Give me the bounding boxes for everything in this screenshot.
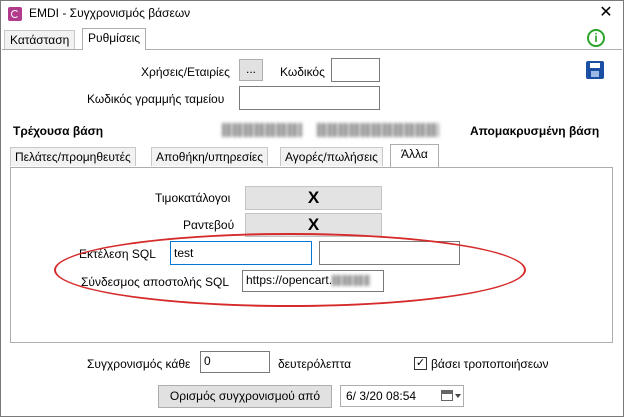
appointments-label: Ραντεβού bbox=[183, 218, 235, 232]
pricelists-toggle[interactable]: X bbox=[245, 186, 382, 210]
browse-button[interactable]: ... bbox=[239, 59, 263, 81]
send-sql-link-label: Σύνδεσμος αποστολής SQL bbox=[81, 275, 230, 289]
on-changes-checkbox[interactable]: ✓ bbox=[414, 357, 427, 370]
current-db-label: Τρέχουσα βάση bbox=[13, 124, 104, 138]
exec-sql-input[interactable]: test bbox=[170, 241, 312, 265]
users-companies-label: Χρήσεις/Εταιρίες bbox=[141, 65, 230, 79]
cash-line-code-input[interactable] bbox=[239, 86, 380, 110]
app-icon bbox=[8, 7, 22, 21]
tab-status[interactable]: Κατάσταση bbox=[4, 30, 76, 49]
subtab-customers-suppliers[interactable]: Πελάτες/προμηθευτές bbox=[10, 147, 136, 166]
sync-every-label: Συγχρονισμός κάθε bbox=[87, 357, 191, 371]
send-sql-link-text: https://opencart. bbox=[246, 273, 333, 287]
title-bar: EMDI - Συγχρονισμός βάσεων ✕ bbox=[1, 1, 623, 27]
send-sql-link-input[interactable]: https://opencart. bbox=[242, 270, 384, 292]
subtab-purchases-sales[interactable]: Αγορές/πωλήσεις bbox=[280, 147, 383, 166]
send-sql-link-redacted bbox=[332, 275, 371, 286]
info-icon[interactable]: i bbox=[587, 29, 605, 47]
tab-settings[interactable]: Ρυθμίσεις bbox=[82, 28, 147, 50]
save-icon[interactable] bbox=[586, 61, 604, 79]
main-tabs: Κατάσταση Ρυθμίσεις bbox=[2, 28, 622, 50]
sync-every-input[interactable]: 0 bbox=[200, 351, 270, 373]
set-sync-from-button[interactable]: Ορισμός συγχρονισμού από bbox=[158, 385, 332, 408]
cash-line-code-label: Κωδικός γραμμής ταμείου bbox=[87, 92, 225, 106]
calendar-icon[interactable] bbox=[441, 390, 453, 401]
window-title: EMDI - Συγχρονισμός βάσεων bbox=[29, 6, 191, 20]
remote-db-name-redacted bbox=[317, 123, 439, 137]
subtab-other[interactable]: Άλλα bbox=[390, 144, 439, 167]
appointments-toggle[interactable]: X bbox=[245, 213, 382, 237]
sync-window: EMDI - Συγχρονισμός βάσεων ✕ Κατάσταση Ρ… bbox=[0, 0, 624, 417]
pricelists-label: Τιμοκατάλογοι bbox=[155, 191, 231, 205]
code-input[interactable] bbox=[331, 58, 380, 82]
sync-date-value: 6/ 3/20 08:54 bbox=[346, 389, 417, 403]
sync-date-picker[interactable]: 6/ 3/20 08:54 bbox=[340, 385, 464, 407]
close-icon[interactable]: ✕ bbox=[595, 3, 617, 23]
seconds-label: δευτερόλεπτα bbox=[278, 357, 352, 371]
current-db-name-redacted bbox=[222, 123, 302, 137]
exec-sql-secondary-input[interactable] bbox=[319, 241, 460, 265]
subtab-warehouse-services[interactable]: Αποθήκη/υπηρεσίες bbox=[151, 147, 269, 166]
code-label: Κωδικός bbox=[280, 65, 325, 79]
chevron-down-icon[interactable] bbox=[455, 394, 461, 398]
remote-db-label: Απομακρυσμένη βάση bbox=[470, 124, 600, 138]
exec-sql-label: Εκτέλεση SQL bbox=[79, 247, 156, 261]
sub-tabs: Πελάτες/προμηθευτές Αποθήκη/υπηρεσίες Αγ… bbox=[10, 144, 613, 168]
on-changes-label: βάσει τροποποιήσεων bbox=[431, 357, 549, 371]
